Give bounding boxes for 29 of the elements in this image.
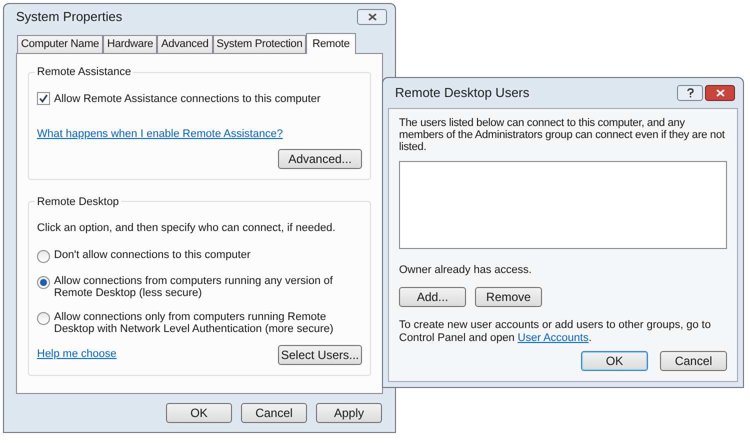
instruction-text: Click an option, and then specify who can connect, if needed. bbox=[37, 221, 336, 236]
description-text: The users listed below can connect to this computer, and any members of the Administrators group can connect even if they are not listed. bbox=[399, 117, 726, 153]
tab[interactable]: System Protection bbox=[212, 35, 306, 53]
dialog-button[interactable]: OK bbox=[581, 351, 648, 371]
link[interactable]: What happens when I enable Remote Assistance? bbox=[37, 126, 283, 142]
dialog-button[interactable]: Select Users... bbox=[278, 344, 362, 364]
dialog-button[interactable]: Add... bbox=[399, 286, 466, 306]
tab[interactable]: Computer Name bbox=[17, 35, 104, 53]
dialog-button[interactable]: Cancel bbox=[660, 351, 727, 371]
tab[interactable]: Remote bbox=[306, 33, 356, 54]
access-note: Owner already has access. bbox=[399, 263, 533, 278]
dialog-button[interactable]: Cancel bbox=[241, 403, 307, 423]
link[interactable]: User Accounts bbox=[518, 332, 589, 344]
tab[interactable]: Hardware bbox=[103, 35, 158, 53]
tab[interactable]: Advanced bbox=[157, 35, 213, 53]
checkbox-label: Allow Remote Assistance connections to this computer bbox=[54, 92, 321, 106]
window-title: Remote Desktop Users bbox=[395, 84, 530, 102]
group-heading: Remote Desktop bbox=[36, 194, 120, 210]
radio-label: Allow connections from computers running any version of Remote Desktop (less secure) bbox=[54, 274, 334, 298]
dialog-button[interactable]: Remove bbox=[475, 286, 542, 306]
window-title: System Properties bbox=[16, 8, 124, 26]
radio-label: Don't allow connections to this computer bbox=[54, 248, 252, 260]
dialog-button[interactable]: Advanced... bbox=[278, 148, 362, 168]
group-heading: Remote Assistance bbox=[36, 65, 132, 80]
footer-text: To create new user accounts or add users to other groups, go to Control Panel and open User Accounts. bbox=[399, 318, 712, 344]
link[interactable]: Help me choose bbox=[37, 346, 116, 363]
radio-label: Allow connections only from computers running Remote Desktop with Network Level Authentication (more secure) bbox=[54, 310, 334, 334]
dialog-button[interactable]: OK bbox=[166, 403, 232, 423]
dialog-button[interactable]: Apply bbox=[316, 403, 382, 423]
